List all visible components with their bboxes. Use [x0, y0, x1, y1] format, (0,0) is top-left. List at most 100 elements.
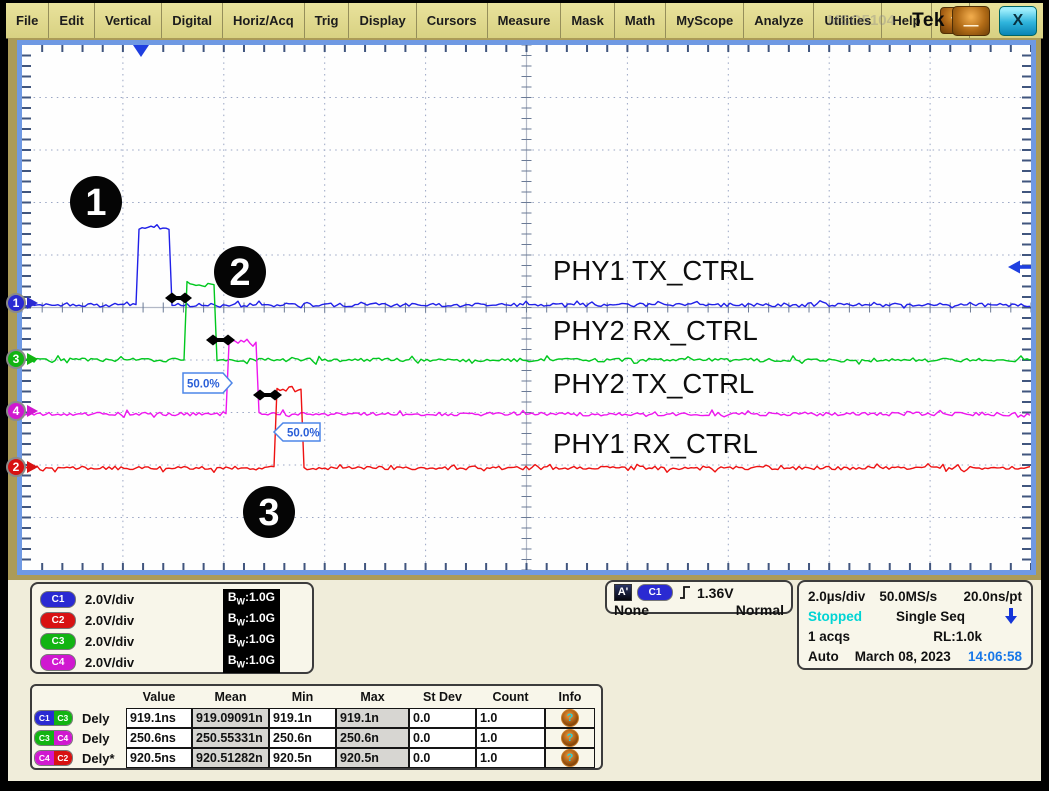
channel-2-position-badge[interactable]: 2 [6, 457, 40, 477]
menu-item-horiz-acq[interactable]: Horiz/Acq [223, 3, 305, 38]
source-pill-c1c3[interactable]: C1C3 [34, 710, 73, 726]
menu-items: FileEditVerticalDigitalHoriz/AcqTrigDisp… [6, 3, 932, 38]
column-header-st-dev: St Dev [409, 688, 476, 706]
channel-row-c1: C1 2.0V/div BW:1.0G [40, 589, 304, 610]
measurement-row-label: C3C4 Dely [34, 728, 126, 748]
waveform-canvas: 50.0%50.0%PHY1 TX_CTRLPHY2 RX_CTRLPHY2 T… [22, 45, 1031, 570]
record-length: RL:1.0k [933, 629, 982, 644]
channel-2-arrow-icon [27, 461, 38, 473]
resolution-value: 20.0ns/pt [963, 589, 1022, 604]
info-icon[interactable]: ? [561, 709, 579, 727]
channel-1-position-badge[interactable]: 1 [6, 293, 40, 313]
trigger-mode-auto: Auto [808, 649, 839, 664]
measurement-grid: ValueMeanMinMaxSt DevCountInfoC1C3Dely91… [34, 688, 601, 768]
trigger-level-icon [1008, 261, 1020, 274]
ref-level-text: 50.0% [287, 428, 320, 440]
info-icon[interactable]: ? [561, 749, 579, 767]
measurement-cell: 1.0 [476, 728, 545, 748]
channel-4-position-badge[interactable]: 4 [6, 401, 40, 421]
measurement-cell: 919.1n [336, 708, 409, 728]
trigger-holdoff-label: None [614, 602, 649, 618]
channel-scale: 2.0V/div [85, 613, 134, 628]
trigger-a-badge: A' [614, 584, 632, 601]
channel-row-c4: C42.0V/divBW:1.0G [40, 652, 304, 673]
channel-pill-c2[interactable]: C2 [40, 612, 76, 629]
menu-item-cursors[interactable]: Cursors [417, 3, 488, 38]
measurement-cell: 920.51282n [192, 748, 269, 768]
info-cell: ? [545, 748, 595, 768]
trace-label: PHY2 TX_CTRL [553, 368, 754, 399]
channel-row-c3: C3 2.0V/div BW:1.0G [40, 631, 304, 652]
table-corner [34, 688, 126, 706]
channel-3-arrow-icon [27, 353, 38, 365]
channel-settings-panel: C1 2.0V/div BW:1.0G C2 2.0V/div BW:1.0G C3 2.0V… [30, 582, 314, 674]
measurement-name: Dely [82, 731, 109, 746]
column-header-mean: Mean [192, 688, 269, 706]
minimize-icon: — [964, 17, 979, 34]
source-pill-c3c4[interactable]: C3C4 [34, 730, 73, 746]
measurement-row-label: C1C3 Dely [34, 708, 126, 728]
time-value: 14:06:58 [968, 649, 1022, 664]
title-bar: MSO5104 Tek — X [969, 3, 1043, 38]
trigger-level-icon [1020, 265, 1031, 269]
acquisition-mode: Single Seq [896, 609, 965, 624]
menu-item-digital[interactable]: Digital [162, 3, 223, 38]
menu-item-myscope[interactable]: MyScope [666, 3, 744, 38]
measurement-cell: 0.0 [409, 708, 476, 728]
channel-1-badge-circle: 1 [6, 293, 26, 313]
menu-bar: FileEditVerticalDigitalHoriz/AcqTrigDisp… [6, 3, 1043, 39]
source-pill-c4c2[interactable]: C4C2 [34, 750, 73, 766]
cursor-diamond [206, 335, 220, 346]
channel-pill-c1[interactable]: C1 [40, 591, 76, 608]
menu-item-measure[interactable]: Measure [488, 3, 562, 38]
column-header-value: Value [126, 688, 192, 706]
trace-label: PHY1 RX_CTRL [553, 428, 758, 459]
cursor-diamond [221, 335, 235, 346]
menu-item-mask[interactable]: Mask [561, 3, 615, 38]
measurement-cell: 0.0 [409, 728, 476, 748]
channel-3-position-badge[interactable]: 3 [6, 349, 40, 369]
measurement-cell: 250.6ns [126, 728, 192, 748]
measurement-cell: 919.1n [269, 708, 336, 728]
acquisition-count: 1 acqs [808, 629, 850, 644]
info-cell: ? [545, 708, 595, 728]
channel-pill-c3[interactable]: C3 [40, 633, 76, 650]
close-button[interactable]: X [999, 6, 1037, 36]
timebase-value: 2.0µs/div [808, 589, 865, 604]
date-value: March 08, 2023 [855, 649, 951, 664]
bandwidth-readout: BW:1.0G [223, 631, 280, 651]
minimize-button[interactable]: — [952, 6, 990, 36]
acquisition-panel: 2.0µs/div 50.0MS/s 20.0ns/pt Stopped Sin… [797, 580, 1033, 670]
measurement-cell: 250.6n [269, 728, 336, 748]
model-number-ghost: MSO5104 [827, 12, 895, 29]
column-header-max: Max [336, 688, 409, 706]
channel-4-badge-circle: 4 [6, 401, 26, 421]
bandwidth-readout: BW:1.0G [223, 589, 280, 609]
measurement-cell: 919.09091n [192, 708, 269, 728]
bandwidth-readout: BW:1.0G [223, 652, 280, 672]
menu-item-file[interactable]: File [6, 3, 49, 38]
menu-item-trig[interactable]: Trig [305, 3, 350, 38]
channel-4-arrow-icon [27, 405, 38, 417]
measurement-cell: 250.6n [336, 728, 409, 748]
menu-item-math[interactable]: Math [615, 3, 666, 38]
measurement-cell: 1.0 [476, 748, 545, 768]
measurement-name: Dely* [82, 751, 115, 766]
menu-item-vertical[interactable]: Vertical [95, 3, 162, 38]
info-icon[interactable]: ? [561, 729, 579, 747]
measurement-cell: 920.5n [336, 748, 409, 768]
trigger-panel: A' C1 1.36V None Normal [605, 580, 793, 614]
measurement-table: ValueMeanMinMaxSt DevCountInfoC1C3Dely91… [30, 684, 603, 770]
trigger-source-pill[interactable]: C1 [637, 584, 673, 601]
annotation-number-1: 1 [85, 182, 106, 224]
menu-item-display[interactable]: Display [349, 3, 416, 38]
channel-scale: 2.0V/div [85, 592, 134, 607]
annotation-number-3: 3 [258, 492, 279, 534]
menu-item-analyze[interactable]: Analyze [744, 3, 814, 38]
channel-scale: 2.0V/div [85, 634, 134, 649]
menu-item-edit[interactable]: Edit [49, 3, 95, 38]
measurement-name: Dely [82, 711, 109, 726]
measurement-cell: 250.55331n [192, 728, 269, 748]
trace-label: PHY1 TX_CTRL [553, 255, 754, 286]
channel-pill-c4[interactable]: C4 [40, 654, 76, 671]
